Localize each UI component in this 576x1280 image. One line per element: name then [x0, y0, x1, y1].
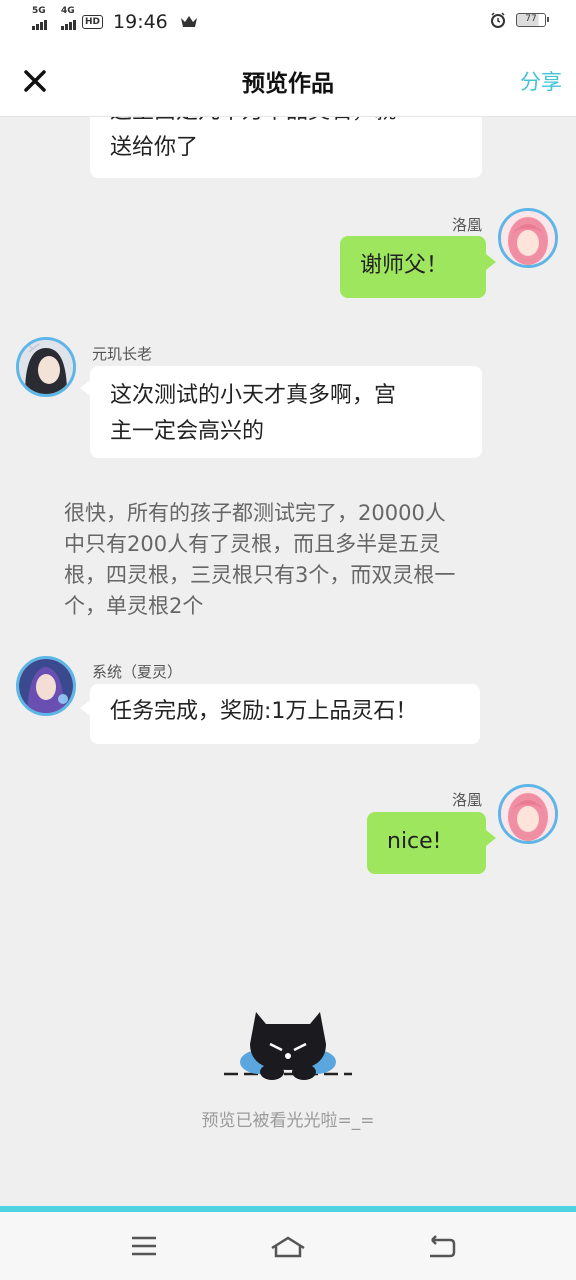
- menu-icon[interactable]: [124, 1230, 164, 1262]
- alarm-icon: [491, 12, 505, 28]
- narration-text: 很快，所有的孩子都测试完了，20000人 中只有200人有了灵根，而且多半是五灵…: [64, 498, 514, 622]
- system-nav-bar: [0, 1212, 576, 1280]
- chat-bubble: 任务完成，奖励:1万上品灵石！: [90, 684, 480, 744]
- avatar-image: [501, 211, 555, 265]
- status-time: 19:46: [113, 11, 168, 33]
- avatar-image: [19, 659, 73, 713]
- status-left: 5G 4G HD 19:46: [32, 6, 198, 34]
- chat-bubble: 谢师父！: [340, 236, 486, 298]
- chat-area[interactable]: 这里面是几十万下品灵石，就 送给你了 洛凰 谢师父！ 元玑长老 这次测试的小天才…: [0, 116, 576, 1206]
- avatar[interactable]: [16, 337, 76, 397]
- signal-5g-icon: 5G: [32, 6, 47, 30]
- net-label-5g: 5G: [32, 6, 46, 16]
- peeking-cat-mascot-icon: [224, 1012, 352, 1080]
- status-bar: 5G 4G HD 19:46 77: [0, 0, 576, 44]
- empty-state-text: 预览已被看光光啦=_=: [201, 1111, 375, 1131]
- chat-bubble: nice!: [367, 812, 486, 874]
- sender-name: 系统（夏灵）: [92, 663, 183, 681]
- back-icon[interactable]: [420, 1230, 460, 1262]
- chat-bubble: 这里面是几十万下品灵石，就 送给你了: [90, 116, 482, 178]
- message-line: 这次测试的小天才真多啊，宫: [110, 383, 397, 408]
- bubble-tail: [486, 254, 496, 270]
- bubble-tail: [80, 700, 90, 716]
- avatar[interactable]: [498, 784, 558, 844]
- home-icon[interactable]: [268, 1230, 308, 1262]
- crown-icon: [180, 16, 197, 27]
- net-label-4g: 4G: [61, 6, 75, 16]
- share-button[interactable]: 分享: [520, 66, 562, 96]
- app-header: 预览作品 分享: [0, 44, 576, 116]
- narration-line: 中只有200人有了灵根，而且多半是五灵: [64, 532, 441, 556]
- battery-icon: 77: [516, 13, 549, 27]
- message-line: 主一定会高兴的: [110, 419, 265, 444]
- avatar[interactable]: [498, 208, 558, 268]
- sender-name: 洛凰: [451, 216, 482, 234]
- page-title: 预览作品: [242, 71, 334, 97]
- narration-line: 个，单灵根2个: [64, 594, 204, 618]
- message-line: 送给你了: [110, 135, 199, 160]
- status-right: 77: [490, 12, 549, 28]
- narration-line: 很快，所有的孩子都测试完了，20000人: [64, 501, 446, 525]
- bubble-tail: [486, 830, 496, 846]
- chat-bubble: 这次测试的小天才真多啊，宫 主一定会高兴的: [90, 366, 482, 458]
- message-text: 谢师父！: [360, 253, 449, 278]
- sender-name: 洛凰: [451, 791, 482, 809]
- message-text: nice!: [387, 829, 442, 854]
- avatar-image: [19, 340, 73, 394]
- sender-name: 元玑长老: [92, 345, 153, 363]
- bubble-tail: [80, 380, 90, 396]
- hd-icon: HD: [82, 15, 104, 29]
- signal-4g-icon: 4G: [61, 6, 76, 30]
- avatar[interactable]: [16, 656, 76, 716]
- narration-line: 根，四灵根，三灵根只有3个，而双灵根一: [64, 563, 456, 587]
- message-line: 这里面是几十万下品灵石，就: [110, 116, 462, 130]
- avatar-image: [501, 787, 555, 841]
- message-text: 任务完成，奖励:1万上品灵石！: [110, 699, 418, 724]
